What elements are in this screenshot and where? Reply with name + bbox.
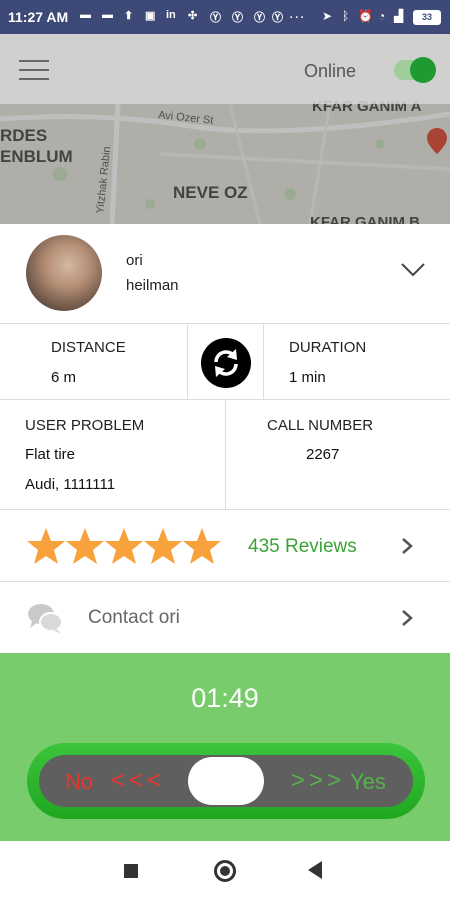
sync-icon: ✣ [188, 10, 198, 22]
star-icon [183, 528, 221, 564]
divider [225, 400, 226, 510]
app-bar: Online [0, 34, 450, 104]
divider [187, 324, 188, 401]
more-notifications-icon: ... [289, 5, 306, 22]
call-number-label: CALL NUMBER [267, 417, 374, 434]
duration-value: 1 min [289, 369, 326, 386]
accept-request-panel: 01:49 No <<< >>> Yes [0, 653, 450, 841]
status-time: 11:27 AM [8, 9, 69, 25]
message-icon: ▬ [80, 9, 91, 21]
duration-label: DURATION [289, 339, 367, 356]
request-details-row: USER PROBLEM Flat tire Audi, 1111111 CAL… [0, 399, 450, 510]
chevron-down-icon[interactable] [400, 260, 426, 280]
alarm-icon: ⏰ [358, 9, 373, 23]
upload-icon: ⬆ [124, 10, 134, 22]
battery-icon: 33 [413, 10, 441, 25]
contact-row[interactable]: Contact ori [0, 581, 450, 654]
vehicle-info: Audi, 1111111 [25, 476, 116, 493]
yahoo-icon: Ⓨ [254, 12, 265, 24]
contact-customer-label: Contact ori [88, 607, 180, 628]
accept-arrows: >>> [291, 767, 346, 794]
online-toggle[interactable] [394, 57, 436, 83]
swipe-track: No <<< >>> Yes [39, 755, 413, 807]
decline-arrows: <<< [111, 767, 166, 794]
swipe-accept-slider[interactable]: No <<< >>> Yes [27, 743, 425, 819]
star-icon [144, 528, 182, 564]
distance-label: DISTANCE [51, 339, 126, 356]
avatar [26, 235, 102, 311]
image-icon: ▣ [145, 10, 156, 22]
customer-last-name: heilman [126, 277, 179, 294]
reviews-row[interactable]: 435 Reviews [0, 509, 450, 582]
call-number-value: 2267 [306, 446, 340, 463]
yahoo-icon: Ⓨ [272, 12, 283, 24]
recents-icon[interactable] [124, 864, 138, 878]
swipe-handle[interactable] [188, 757, 264, 805]
chat-icon [28, 604, 63, 634]
system-nav-bar [0, 841, 450, 900]
star-icon [66, 528, 104, 564]
refresh-icon[interactable] [201, 338, 251, 388]
yahoo-icon: Ⓨ [210, 12, 221, 24]
status-bar: 11:27 AM ▬ ▬ ⬆ ▣ in ✣ Ⓨ Ⓨ Ⓨ Ⓨ ... ➤ ᛒ ⏰ … [0, 0, 450, 34]
star-icon [27, 528, 65, 564]
linkedin-icon: in [166, 9, 176, 21]
countdown-timer: 01:49 [191, 683, 259, 713]
customer-row[interactable]: ori heilman [0, 224, 450, 324]
distance-value: 6 m [51, 369, 77, 386]
customer-first-name: ori [126, 252, 143, 269]
yahoo-icon: Ⓨ [232, 12, 243, 24]
chevron-right-icon[interactable] [400, 536, 414, 556]
menu-icon[interactable] [19, 60, 49, 80]
accept-label: Yes [350, 769, 386, 794]
star-icon [105, 528, 143, 564]
chevron-right-icon[interactable] [400, 608, 414, 628]
home-icon[interactable] [214, 860, 236, 882]
bluetooth-icon: ᛒ [342, 9, 350, 23]
online-status-label: Online [304, 61, 357, 81]
toggle-knob [410, 57, 436, 83]
user-problem-value: Flat tire [25, 446, 76, 463]
user-problem-label: USER PROBLEM [25, 417, 145, 434]
metrics-row: DISTANCE 6 m DURATION 1 min [0, 323, 450, 401]
reviews-count-link[interactable]: 435 Reviews [248, 536, 357, 558]
location-icon: ➤ [322, 9, 333, 23]
signal-icon: ▟ [394, 9, 404, 23]
message-icon: ▬ [102, 9, 113, 21]
decline-label: No [65, 769, 94, 794]
divider [263, 324, 264, 401]
wifi-icon: ◔ [378, 9, 386, 23]
back-icon[interactable] [308, 861, 322, 879]
